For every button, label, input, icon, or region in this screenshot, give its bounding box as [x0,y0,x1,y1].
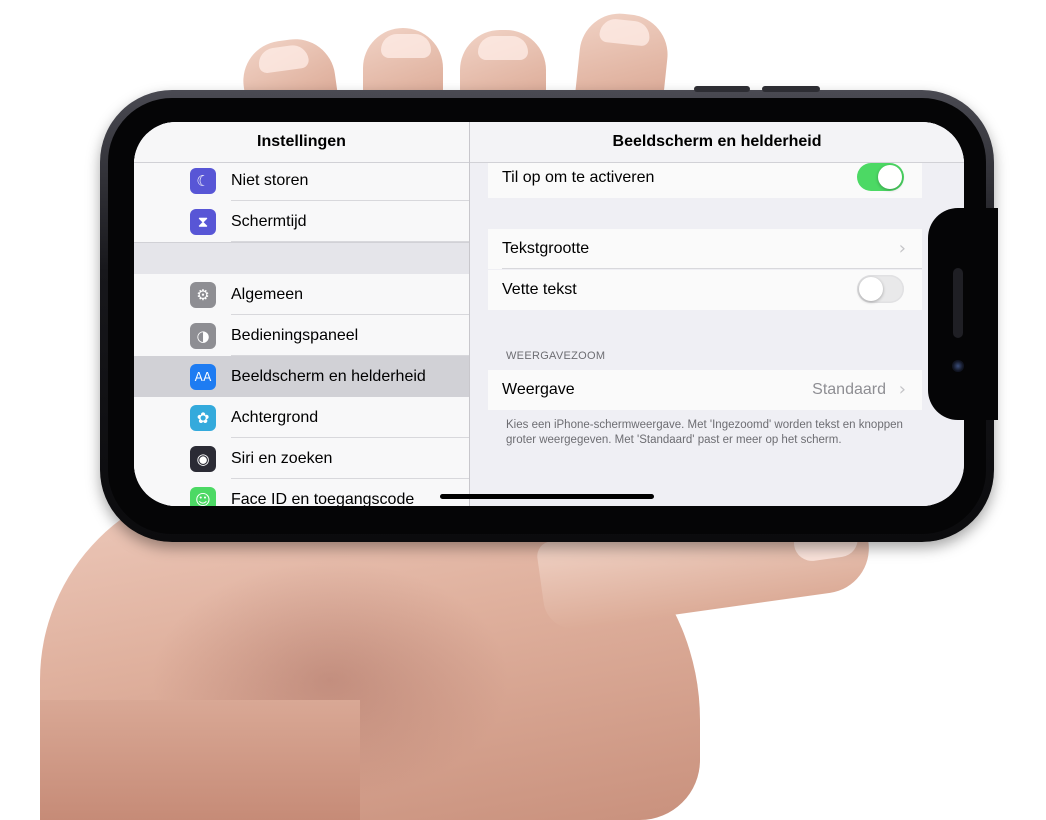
flower-icon: ✿ [190,405,216,431]
view-value: Standaard [812,381,886,398]
wrist [40,700,360,820]
display-zoom-row[interactable]: Weergave Standaard › [488,370,922,410]
sidebar-item-label: Achtergrond [231,409,319,426]
group-separator [134,242,469,278]
sidebar-item[interactable]: ✿ Achtergrond [134,397,469,438]
text-size-icon: AA [190,364,216,390]
sidebar-item-label: Algemeen [231,286,304,303]
text-size-label: Tekstgrootte [502,240,590,257]
sidebar-item[interactable]: ⧗ Schermtijd [134,201,469,242]
notch [928,208,998,420]
sidebar-item[interactable]: ◉ Siri en zoeken [134,438,469,479]
section-footer: Kies een iPhone-schermweergave. Met 'Ing… [506,419,903,446]
sidebar-item[interactable]: ◑ Bedieningspaneel [134,315,469,356]
toggles-icon: ◑ [190,323,216,349]
raise-to-wake-row: Til op om te activeren [488,158,922,198]
home-indicator[interactable] [440,494,654,499]
chevron-right-icon: › [898,379,906,400]
sidebar-item-label: Siri en zoeken [231,450,333,467]
view-label: Weergave [502,381,575,398]
earpiece-speaker [953,268,963,338]
page-title: Beeldscherm en helderheid [470,122,964,163]
volume-button [762,86,820,92]
volume-button [694,86,750,92]
raise-to-wake-toggle[interactable] [857,163,904,191]
bold-text-label: Vette tekst [502,281,577,298]
face-id-icon: ☺ [190,487,216,506]
bold-text-toggle[interactable] [857,275,904,303]
sidebar-item-label: Beeldscherm en helderheid [231,368,426,385]
bold-text-row: Vette tekst [488,270,922,310]
front-camera [952,360,964,372]
sidebar-item-label: Bedieningspaneel [231,327,359,344]
display-brightness-pane: Beeldscherm en helderheid Til op om te a… [470,122,964,506]
sidebar-item[interactable]: ☾ Niet storen [134,160,469,201]
settings-group: ⚙ Algemeen ◑ Bedieningspaneel AA Beeldscherm … [134,274,469,506]
gear-icon: ⚙ [190,282,216,308]
settings-group: ☾ Niet storen ⧗ Schermtijd [134,160,469,242]
settings-sidebar: Instellingen ☾ Niet storen ⧗ Schermtijd ⚙ Al… [134,122,470,506]
phone-screen: Instellingen ☾ Niet storen ⧗ Schermtijd ⚙ Al… [134,122,964,506]
moon-icon: ☾ [190,168,216,194]
sidebar-item-label: Niet storen [231,172,309,189]
text-size-row[interactable]: Tekstgrootte › [488,229,922,269]
sidebar-item[interactable]: AA Beeldscherm en helderheid [134,356,469,397]
raise-to-wake-label: Til op om te activeren [502,169,655,186]
sidebar-item[interactable]: ⚙ Algemeen [134,274,469,315]
hourglass-icon: ⧗ [190,209,216,235]
sidebar-item[interactable]: ☺ Face ID en toegangscode [134,479,469,506]
chevron-right-icon: › [898,238,906,259]
siri-icon: ◉ [190,446,216,472]
sidebar-item-label: Face ID en toegangscode [231,491,415,506]
sidebar-title: Instellingen [134,122,469,163]
section-header: WEERGAVEZOOM [506,350,606,362]
sidebar-item-label: Schermtijd [231,213,307,230]
